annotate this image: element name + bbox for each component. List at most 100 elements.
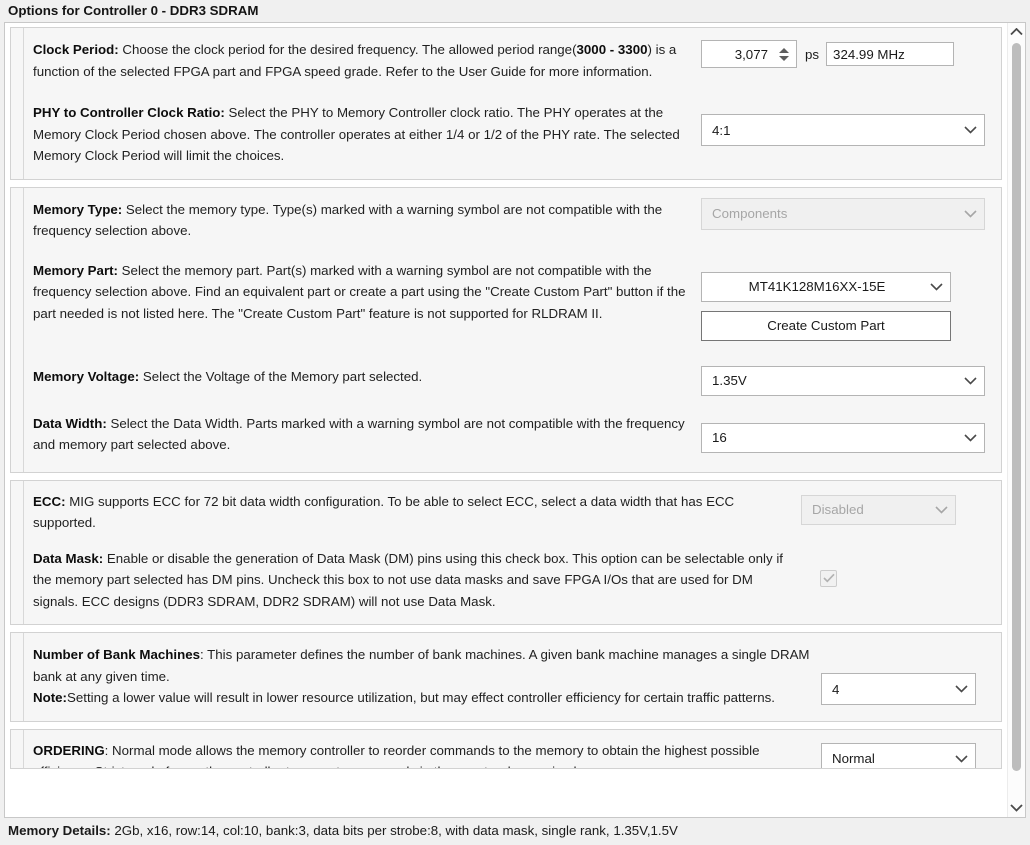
number-of-bank-machines-row: Number of Bank Machines: This parameter …	[11, 633, 1001, 721]
memory-type-description: Memory Type: Select the memory type. Typ…	[11, 188, 701, 246]
memory-voltage-value: 1.35V	[712, 373, 747, 388]
phy-ratio-row: PHY to Controller Clock Ratio: Select th…	[11, 93, 1001, 179]
ecc-desc: MIG supports ECC for 72 bit data width c…	[33, 493, 735, 531]
ecc-description: ECC: MIG supports ECC for 72 bit data wi…	[11, 481, 801, 538]
ordering-description: ORDERING: Normal mode allows the memory …	[11, 730, 821, 768]
chevron-down-icon	[953, 751, 969, 767]
data-width-description: Data Width: Select the Data Width. Parts…	[11, 396, 701, 472]
options-scroll-region: Clock Period: Choose the clock period fo…	[4, 22, 1026, 818]
memory-type-desc: Select the memory type. Type(s) marked w…	[33, 201, 663, 239]
memory-part-label: Memory Part:	[33, 262, 118, 278]
memory-voltage-desc: Select the Voltage of the Memory part se…	[139, 368, 423, 384]
phy-ratio-label: PHY to Controller Clock Ratio:	[33, 105, 225, 120]
ecc-label: ECC:	[33, 493, 66, 509]
clock-period-controls: 3,077 ps 324.99 MHz	[701, 28, 955, 68]
chevron-down-icon	[962, 206, 978, 222]
create-custom-part-button[interactable]: Create Custom Part	[701, 310, 951, 341]
ecc-group: ECC: MIG supports ECC for 72 bit data wi…	[10, 479, 1002, 625]
chevron-down-icon	[933, 502, 949, 518]
scroll-down-button[interactable]	[1008, 799, 1025, 817]
memory-part-desc: Select the memory part. Part(s) marked w…	[33, 262, 686, 321]
data-mask-label: Data Mask:	[33, 550, 104, 566]
data-mask-row: Data Mask: Enable or disable the generat…	[11, 538, 1001, 625]
clock-period-desc-part1: Choose the clock period for the desired …	[118, 42, 577, 57]
chevron-down-icon	[1010, 804, 1023, 812]
memory-voltage-description: Memory Voltage: Select the Voltage of th…	[11, 341, 701, 392]
bank-machines-note-text: Setting a lower value will result in low…	[66, 690, 775, 705]
ecc-select: Disabled	[801, 494, 956, 525]
clock-period-label: Clock Period:	[33, 42, 119, 57]
ordering-controls: Normal	[821, 730, 976, 768]
clock-period-spin-arrows[interactable]	[775, 42, 792, 66]
memory-part-value: MT41K128M16XX-15E	[748, 279, 886, 294]
vertical-scrollbar[interactable]	[1007, 23, 1025, 817]
ecc-controls: Disabled	[801, 481, 956, 525]
data-mask-description: Data Mask: Enable or disable the generat…	[11, 538, 801, 625]
ecc-value: Disabled	[812, 502, 864, 517]
phy-ratio-controls: 4:1	[701, 93, 985, 146]
memory-voltage-row: Memory Voltage: Select the Voltage of th…	[11, 341, 1001, 396]
options-dialog: Options for Controller 0 - DDR3 SDRAM Cl…	[0, 0, 1030, 845]
options-list: Clock Period: Choose the clock period fo…	[5, 23, 1007, 817]
data-width-select[interactable]: 16	[701, 422, 985, 453]
check-icon	[822, 573, 835, 583]
ordering-value: Normal	[832, 751, 875, 766]
chevron-down-icon	[928, 279, 944, 295]
data-mask-desc: Enable or disable the generation of Data…	[33, 550, 783, 609]
scrollbar-track[interactable]	[1008, 41, 1025, 799]
ordering-group: ORDERING: Normal mode allows the memory …	[10, 728, 1002, 769]
memory-part-select[interactable]: MT41K128M16XX-15E	[701, 271, 951, 302]
memory-details-text: 2Gb, x16, row:14, col:10, bank:3, data b…	[110, 823, 678, 838]
clock-period-range: 3000 - 3300	[576, 42, 648, 57]
phy-ratio-value: 4:1	[712, 122, 731, 138]
memory-voltage-label: Memory Voltage:	[33, 368, 140, 384]
memory-type-value: Components	[712, 206, 788, 221]
data-width-controls: 16	[701, 396, 985, 453]
chevron-down-icon	[953, 681, 969, 697]
chevron-down-icon	[962, 122, 978, 138]
memory-details-status-bar: Memory Details: 2Gb, x16, row:14, col:10…	[0, 818, 1030, 845]
clock-period-description: Clock Period: Choose the clock period fo…	[11, 28, 701, 93]
memory-details-label: Memory Details:	[8, 823, 111, 838]
scroll-up-button[interactable]	[1008, 23, 1025, 41]
phy-ratio-description: PHY to Controller Clock Ratio: Select th…	[11, 93, 701, 179]
memory-type-controls: Components	[701, 188, 985, 230]
clock-period-row: Clock Period: Choose the clock period fo…	[11, 28, 1001, 93]
ordering-select[interactable]: Normal	[821, 742, 976, 768]
memory-type-row: Memory Type: Select the memory type. Typ…	[11, 188, 1001, 246]
memory-part-description: Memory Part: Select the memory part. Par…	[11, 246, 701, 333]
number-of-bank-machines-label: Number of Bank Machines	[33, 647, 200, 662]
frequency-readout: 324.99 MHz	[826, 42, 955, 66]
data-width-label: Data Width:	[33, 415, 107, 431]
phy-ratio-select[interactable]: 4:1	[701, 114, 985, 146]
number-of-bank-machines-select[interactable]: 4	[821, 673, 976, 705]
memory-part-row: Memory Part: Select the memory part. Par…	[11, 246, 1001, 341]
clock-period-stepper[interactable]: 3,077	[701, 40, 797, 68]
memory-voltage-select[interactable]: 1.35V	[701, 365, 985, 396]
clock-group: Clock Period: Choose the clock period fo…	[10, 27, 1002, 180]
ordering-row: ORDERING: Normal mode allows the memory …	[11, 730, 1001, 768]
ecc-row: ECC: MIG supports ECC for 72 bit data wi…	[11, 481, 1001, 538]
ordering-label: ORDERING	[33, 742, 105, 758]
clock-period-unit: ps	[805, 46, 820, 62]
number-of-bank-machines-value: 4	[832, 681, 840, 697]
scrollbar-thumb[interactable]	[1012, 43, 1021, 771]
chevron-down-icon	[962, 373, 978, 389]
clock-period-value[interactable]: 3,077	[702, 47, 775, 62]
data-width-row: Data Width: Select the Data Width. Parts…	[11, 396, 1001, 472]
data-width-value: 16	[712, 430, 727, 445]
chevron-down-icon	[962, 430, 978, 446]
ordering-desc: : Normal mode allows the memory controll…	[33, 742, 760, 768]
memory-type-select: Components	[701, 197, 985, 230]
memory-type-label: Memory Type:	[33, 201, 123, 217]
data-mask-checkbox	[820, 569, 837, 587]
spinner-down-icon[interactable]	[778, 55, 789, 61]
chevron-up-icon	[1010, 28, 1023, 36]
bank-machines-note-label: Note:	[33, 690, 67, 705]
number-of-bank-machines-controls: 4	[821, 633, 976, 705]
data-mask-controls	[801, 538, 837, 587]
memory-group: Memory Type: Select the memory type. Typ…	[10, 186, 1002, 473]
bank-machines-group: Number of Bank Machines: This parameter …	[10, 632, 1002, 722]
data-width-desc: Select the Data Width. Parts marked with…	[33, 415, 685, 453]
spinner-up-icon[interactable]	[778, 47, 789, 53]
